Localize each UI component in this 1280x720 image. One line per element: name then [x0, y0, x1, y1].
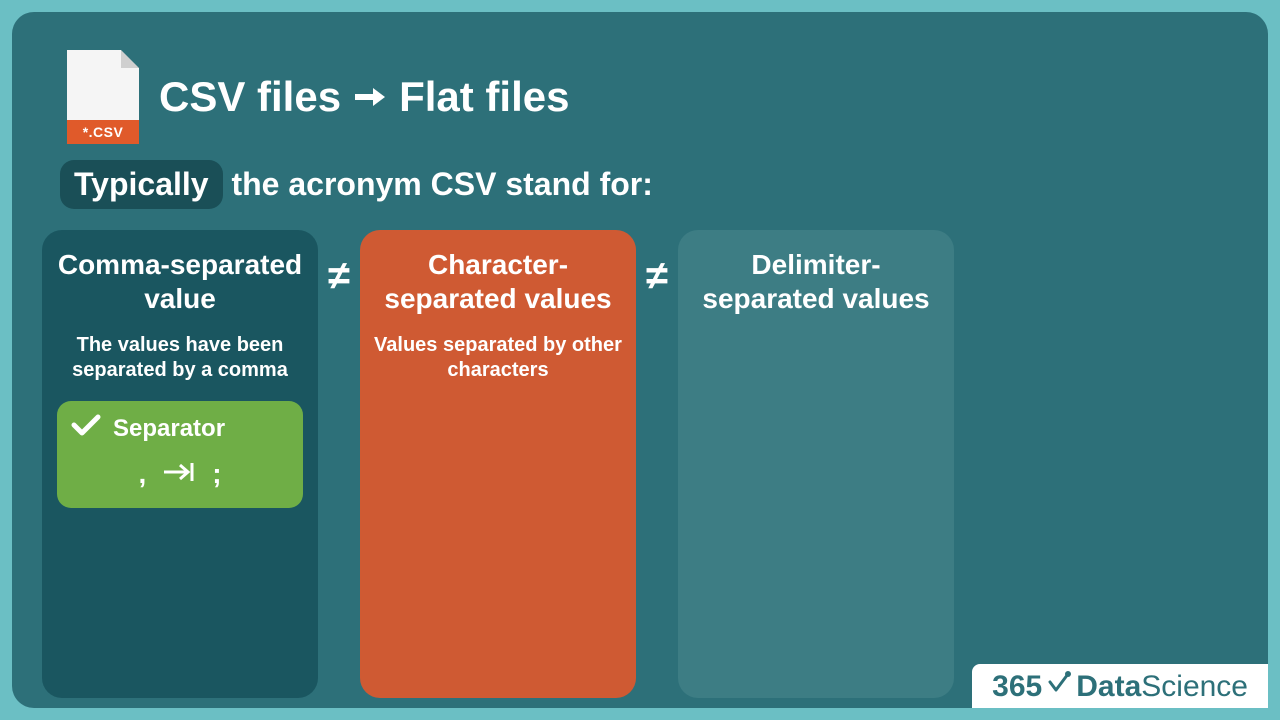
- card-delimiter-separated: Delimiter-separated values: [678, 230, 954, 698]
- not-equal-icon: ≠: [636, 230, 678, 698]
- check-icon: [71, 413, 101, 444]
- csv-file-icon: *.CSV: [67, 50, 139, 144]
- separator-comma: ,: [138, 458, 146, 490]
- separator-characters: , ;: [71, 458, 289, 490]
- brand-logo: 365 DataScience: [972, 664, 1268, 708]
- arrow-right-icon: [355, 84, 385, 110]
- not-equal-icon: ≠: [318, 230, 360, 698]
- card-description: Values separated by other characters: [374, 333, 622, 383]
- slide-container: *.CSV CSV files Flat files Typically the…: [12, 12, 1268, 708]
- subtitle: Typically the acronym CSV stand for:: [60, 160, 653, 209]
- separator-semicolon: ;: [212, 458, 221, 490]
- card-title: Character-separated values: [374, 248, 622, 315]
- header: *.CSV CSV files Flat files: [67, 50, 569, 144]
- separator-label: Separator: [113, 415, 225, 443]
- subtitle-highlight: Typically: [60, 160, 223, 209]
- card-title: Delimiter-separated values: [692, 248, 940, 315]
- cards-row: Comma-separated value The values have be…: [42, 230, 954, 698]
- title-left: CSV files: [159, 73, 341, 121]
- page-title: CSV files Flat files: [159, 73, 569, 121]
- logo-word-data: Data: [1076, 670, 1141, 704]
- tab-arrow-icon: [162, 458, 196, 490]
- card-character-separated: Character-separated values Values separa…: [360, 230, 636, 698]
- logo-prefix: 365: [992, 670, 1042, 704]
- logo-word-science: Science: [1141, 670, 1248, 704]
- separator-header: Separator: [71, 413, 289, 444]
- file-extension-label: *.CSV: [67, 120, 139, 144]
- subtitle-rest: the acronym CSV stand for:: [223, 166, 653, 202]
- logo-check-icon: [1046, 670, 1072, 696]
- separator-box: Separator , ;: [57, 401, 303, 508]
- card-comma-separated: Comma-separated value The values have be…: [42, 230, 318, 698]
- title-right: Flat files: [399, 73, 569, 121]
- card-title: Comma-separated value: [56, 248, 304, 315]
- card-description: The values have been separated by a comm…: [56, 333, 304, 383]
